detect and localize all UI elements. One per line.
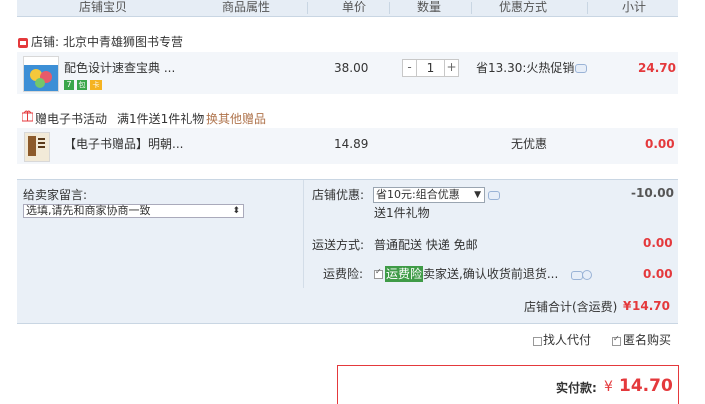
item-1-quantity-stepper: - 1 + (402, 59, 459, 77)
item-2-thumbnail[interactable] (24, 132, 50, 162)
badge-7day-icon: 7 (64, 80, 74, 90)
shop-label: 店铺: (31, 35, 60, 49)
change-gift-link[interactable]: 换其他赠品 (206, 111, 266, 127)
col-qty: 数量 (417, 0, 442, 14)
anonymous-checkbox[interactable] (612, 334, 621, 346)
insurance-checkbox[interactable] (374, 267, 383, 279)
qty-plus-button[interactable]: + (444, 60, 458, 76)
col-subtotal: 小计 (622, 0, 647, 14)
item-2-discount: 无优惠 (511, 137, 548, 151)
chevron-down-icon: ▼ (474, 190, 481, 200)
qty-minus-button[interactable]: - (403, 60, 417, 76)
pay-currency: ¥ (604, 379, 613, 395)
summary-divider (303, 180, 304, 288)
proxy-pay-label[interactable]: 找人代付 (543, 332, 591, 348)
shipping-label: 运送方式: (312, 238, 365, 252)
promo-label: 店铺优惠: (312, 188, 365, 202)
insurance-desc: 卖家送,确认收货前退货... (423, 267, 559, 281)
insurance-tag: 运费险 (385, 266, 424, 282)
shop-name-link[interactable]: 北京中青雄狮图书专营 (63, 34, 183, 50)
shop-total-label: 店铺合计(含运费) (524, 300, 618, 314)
message-placeholder: 选填,请先和商家协商一致 (26, 204, 151, 217)
pay-label: 实付款: (556, 381, 597, 395)
item-1-subtotal: 24.70 (638, 61, 676, 75)
qty-input[interactable]: 1 (417, 60, 444, 76)
gift-icon (22, 110, 33, 122)
proxy-pay-checkbox[interactable] (533, 337, 542, 346)
discount-info-icon[interactable] (575, 64, 587, 73)
col-discount: 优惠方式 (499, 0, 548, 14)
col-attr: 商品属性 (222, 0, 271, 14)
message-label: 给卖家留言: (23, 188, 88, 202)
message-expand-icon[interactable]: ⬍ (232, 205, 240, 217)
item-1-thumbnail[interactable] (23, 56, 59, 92)
shipping-value: 普通配送 快递 免邮 (374, 238, 478, 252)
book-cover-icon (24, 57, 58, 91)
gift-event-desc: 满1件送1件礼物 (117, 112, 205, 126)
shipping-amount: 0.00 (643, 236, 673, 250)
insurance-help-icon[interactable] (582, 270, 592, 280)
badge-card-icon: 卡 (90, 80, 102, 90)
item-2-price: 14.89 (334, 137, 369, 151)
promo-select[interactable]: 省10元:组合优惠 ▼ (373, 187, 485, 203)
shop-icon (18, 38, 28, 48)
message-input[interactable]: 选填,请先和商家协商一致 ⬍ (23, 204, 244, 218)
promo-select-value: 省10元:组合优惠 (376, 188, 460, 201)
shop-total-amount: 14.70 (632, 299, 670, 313)
promo-amount: -10.00 (631, 186, 674, 200)
item-1-discount: 省13.30:火热促销 (476, 61, 575, 75)
col-price: 单价 (342, 0, 367, 14)
gift-event-title: 赠电子书活动 (35, 112, 108, 126)
pay-amount: 14.70 (619, 376, 673, 396)
table-header: 店铺宝贝 商品属性 单价 数量 优惠方式 小计 (17, 0, 678, 17)
item-1-price: 38.00 (334, 61, 369, 75)
ebook-cover-icon (25, 133, 49, 161)
item-2-title-link[interactable]: 【电子书赠品】明朝... (64, 136, 183, 152)
col-item: 店铺宝贝 (79, 0, 128, 14)
promo-info-icon[interactable] (488, 191, 500, 200)
insurance-label: 运费险: (323, 267, 364, 281)
anonymous-label[interactable]: 匿名购买 (623, 332, 671, 348)
insurance-amount: 0.00 (643, 267, 673, 281)
item-2-subtotal: 0.00 (645, 137, 675, 151)
badge-guarantee-icon: 包 (77, 80, 87, 90)
shop-total-currency: ¥ (623, 299, 632, 313)
promo-note: 送1件礼物 (374, 206, 430, 220)
item-1-title-link[interactable]: 配色设计速查宝典 ... (64, 60, 175, 76)
